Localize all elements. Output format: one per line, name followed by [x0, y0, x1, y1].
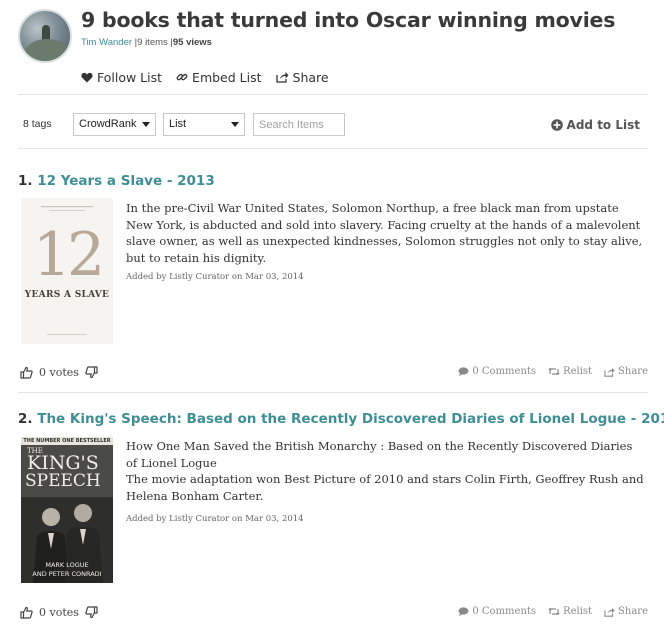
link-icon	[176, 73, 188, 81]
embed-list-button[interactable]: Embed List	[176, 67, 262, 87]
item-social-actions: 0 Comments Relist Share	[458, 366, 648, 377]
search-input[interactable]	[253, 113, 345, 136]
sort-select-value: CrowdRank	[79, 118, 137, 130]
add-to-list-button[interactable]: Add to List	[550, 118, 640, 132]
relist-button[interactable]: Relist	[548, 606, 592, 617]
comments-button[interactable]: 0 Comments	[458, 606, 536, 617]
add-to-list-label: Add to List	[566, 118, 640, 132]
follow-list-button[interactable]: Follow List	[81, 67, 162, 87]
vote-controls: 0 votes	[20, 606, 98, 619]
share-list-button[interactable]: Share	[275, 67, 329, 87]
plus-circle-icon	[550, 119, 563, 131]
view-select-value: List	[169, 118, 187, 130]
caret-down-icon	[231, 122, 239, 127]
item-title-link[interactable]: 12 Years a Slave - 2013	[37, 173, 214, 189]
tags-count[interactable]: 8 tags	[23, 118, 52, 130]
share-icon	[275, 72, 289, 83]
comments-button[interactable]: 0 Comments	[458, 366, 536, 377]
comments-label: 0 Comments	[472, 366, 537, 377]
cover-title-line: KING'S	[27, 452, 99, 474]
share-button[interactable]: Share	[604, 366, 648, 377]
share-label: Share	[618, 606, 648, 617]
list-header: 9 books that turned into Oscar winning m…	[18, 6, 658, 66]
vote-count: 0 votes	[39, 606, 79, 619]
relist-label: Relist	[563, 606, 593, 617]
item-description: How One Man Saved the British Monarchy :…	[126, 438, 646, 504]
divider	[18, 392, 648, 393]
vote-count: 0 votes	[39, 366, 79, 379]
item-social-actions: 0 Comments Relist Share	[458, 606, 648, 617]
item-description-line: The movie adaptation won Best Picture of…	[126, 472, 644, 503]
share-label: Share	[618, 366, 648, 377]
cover-big-number: 12	[32, 220, 105, 290]
item-added-by: Added by Listly Curator on Mar 03, 2014	[126, 514, 304, 524]
caret-down-icon	[142, 122, 150, 127]
comment-icon	[458, 607, 469, 616]
share-icon	[604, 367, 615, 377]
list-meta: Tim Wander |9 items |95 views	[81, 37, 212, 48]
retweet-icon	[548, 367, 560, 376]
item-added-by: Added by Listly Curator on Mar 03, 2014	[126, 272, 304, 282]
follow-list-label: Follow List	[97, 69, 163, 85]
book-cover-kings-speech[interactable]: THE NUMBER ONE BESTSELLER THE KING'S SPE…	[21, 437, 113, 583]
page-title: 9 books that turned into Oscar winning m…	[81, 8, 616, 32]
thumbs-up-icon[interactable]	[20, 366, 33, 379]
list-actions: Follow List Embed List Share	[81, 67, 329, 87]
list-toolbar: 8 tags CrowdRank List Add to List	[18, 110, 648, 140]
book-cover-12-years-a-slave[interactable]: 12 YEARS A SLAVE	[21, 198, 113, 344]
cover-banner: THE NUMBER ONE BESTSELLER	[23, 438, 111, 444]
cover-author-line: MARK LOGUE	[45, 561, 89, 569]
item-number: 1.	[18, 173, 33, 189]
divider	[18, 94, 648, 95]
item-title-link[interactable]: The King's Speech: Based on the Recently…	[37, 411, 664, 427]
cover-author-line: AND PETER CONRADI	[32, 570, 102, 578]
avatar-hill-shape	[26, 39, 68, 61]
embed-list-label: Embed List	[192, 69, 262, 85]
cover-title-line: SPEECH	[25, 471, 101, 491]
item-description: In the pre-Civil War United States, Solo…	[126, 201, 643, 265]
divider	[18, 148, 648, 149]
share-list-label: Share	[292, 69, 329, 85]
list-item-title: 2. The King's Speech: Based on the Recen…	[18, 411, 664, 427]
thumbs-down-icon[interactable]	[85, 606, 98, 619]
item-count: 9 items	[137, 37, 168, 48]
view-count: 95 views	[172, 37, 212, 48]
thumbs-up-icon[interactable]	[20, 606, 33, 619]
item-number: 2.	[18, 411, 33, 427]
author-link[interactable]: Tim Wander	[81, 37, 132, 48]
thumbs-down-icon[interactable]	[85, 366, 98, 379]
heart-icon	[81, 72, 93, 82]
share-icon	[604, 607, 615, 617]
view-select[interactable]: List	[163, 113, 245, 136]
item-description-line: How One Man Saved the British Monarchy :…	[126, 439, 633, 470]
cover-title-text: YEARS A SLAVE	[24, 290, 110, 300]
list-item-title: 1. 12 Years a Slave - 2013	[18, 173, 215, 189]
vote-controls: 0 votes	[20, 366, 98, 379]
retweet-icon	[548, 607, 560, 616]
relist-label: Relist	[563, 366, 593, 377]
sort-select[interactable]: CrowdRank	[73, 113, 156, 136]
comments-label: 0 Comments	[472, 606, 537, 617]
avatar[interactable]	[18, 9, 72, 63]
relist-button[interactable]: Relist	[548, 366, 592, 377]
comment-icon	[458, 367, 469, 376]
share-button[interactable]: Share	[604, 606, 648, 617]
